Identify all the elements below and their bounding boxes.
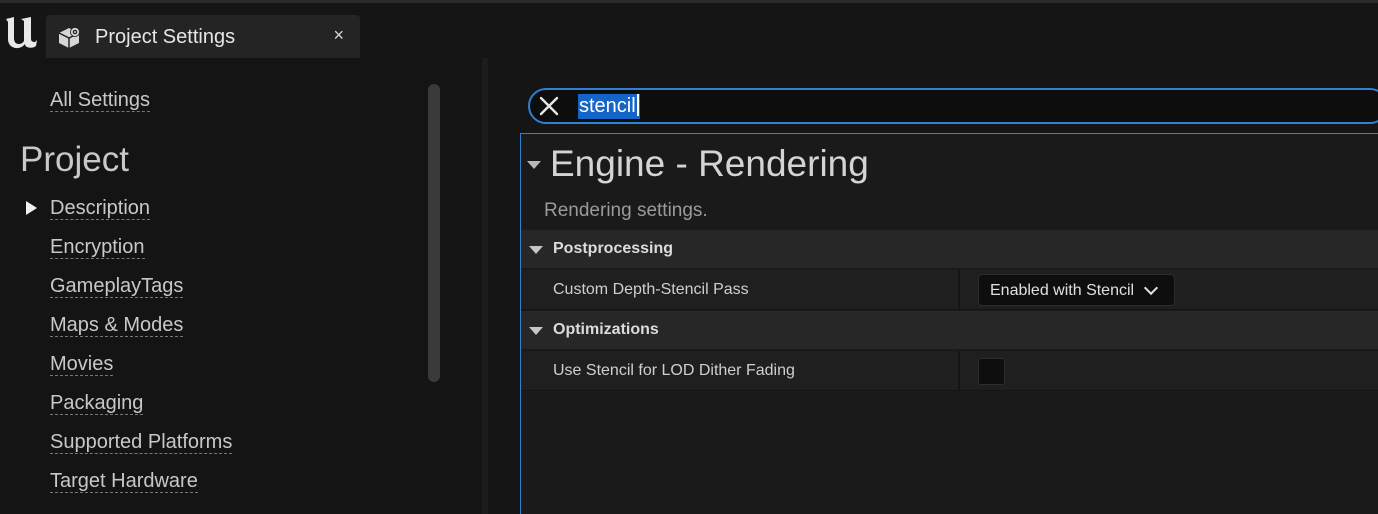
lod-dither-fading-checkbox[interactable]: [978, 358, 1005, 385]
text-cursor: [636, 94, 639, 116]
category-label: Optimizations: [553, 321, 659, 338]
selected-item-arrow-icon: [26, 201, 37, 215]
panel-description: Rendering settings.: [544, 200, 708, 221]
close-icon[interactable]: [538, 95, 560, 117]
settings-search-box[interactable]: stencil: [528, 88, 1378, 124]
property-row-custom-depth-stencil: Custom Depth-Stencil Pass Enabled with S…: [521, 270, 1378, 310]
dropdown-value: Enabled with Stencil: [990, 282, 1135, 299]
category-postprocessing[interactable]: Postprocessing: [521, 229, 1378, 269]
search-input-value[interactable]: stencil: [578, 94, 640, 119]
column-splitter[interactable]: [958, 270, 960, 310]
category-optimizations[interactable]: Optimizations: [521, 310, 1378, 350]
panel-title: Engine - Rendering: [550, 143, 869, 184]
chevron-down-icon: [1143, 280, 1159, 296]
category-label: Postprocessing: [553, 240, 674, 257]
project-settings-tab[interactable]: Project Settings ×: [46, 15, 360, 60]
engine-rendering-panel: Engine - Rendering Rendering settings. P…: [520, 133, 1378, 514]
sidebar-item-supported-platforms[interactable]: Supported Platforms: [50, 431, 233, 454]
project-settings-icon: [58, 27, 80, 48]
sidebar-item-description[interactable]: Description: [50, 197, 151, 220]
sidebar-item-target-hardware[interactable]: Target Hardware: [50, 470, 198, 493]
chevron-down-icon[interactable]: [527, 161, 541, 169]
sidebar-item-movies[interactable]: Movies: [50, 353, 114, 376]
column-splitter[interactable]: [958, 351, 960, 391]
property-label: Use Stencil for LOD Dither Fading: [553, 362, 795, 379]
property-row-lod-dither-fading: Use Stencil for LOD Dither Fading: [521, 351, 1378, 391]
section-heading-project: Project: [20, 140, 129, 179]
sidebar-item-encryption[interactable]: Encryption: [50, 236, 145, 259]
sidebar-item-gameplaytags[interactable]: GameplayTags: [50, 275, 184, 298]
title-bar: Project Settings ×: [0, 3, 1378, 60]
unreal-engine-logo-icon[interactable]: [2, 13, 40, 51]
sidebar-item-maps-modes[interactable]: Maps & Modes: [50, 314, 184, 337]
property-label: Custom Depth-Stencil Pass: [553, 281, 749, 298]
close-tab-button[interactable]: ×: [333, 25, 344, 46]
sidebar-item-packaging[interactable]: Packaging: [50, 392, 144, 415]
search-text: stencil: [579, 95, 636, 117]
chevron-down-icon[interactable]: [529, 327, 543, 335]
tab-title: Project Settings: [95, 26, 236, 48]
chevron-down-icon[interactable]: [529, 246, 543, 254]
custom-depth-stencil-dropdown[interactable]: Enabled with Stencil: [978, 274, 1175, 306]
sidebar-scrollbar[interactable]: [428, 84, 440, 382]
all-settings-link[interactable]: All Settings: [50, 89, 151, 112]
